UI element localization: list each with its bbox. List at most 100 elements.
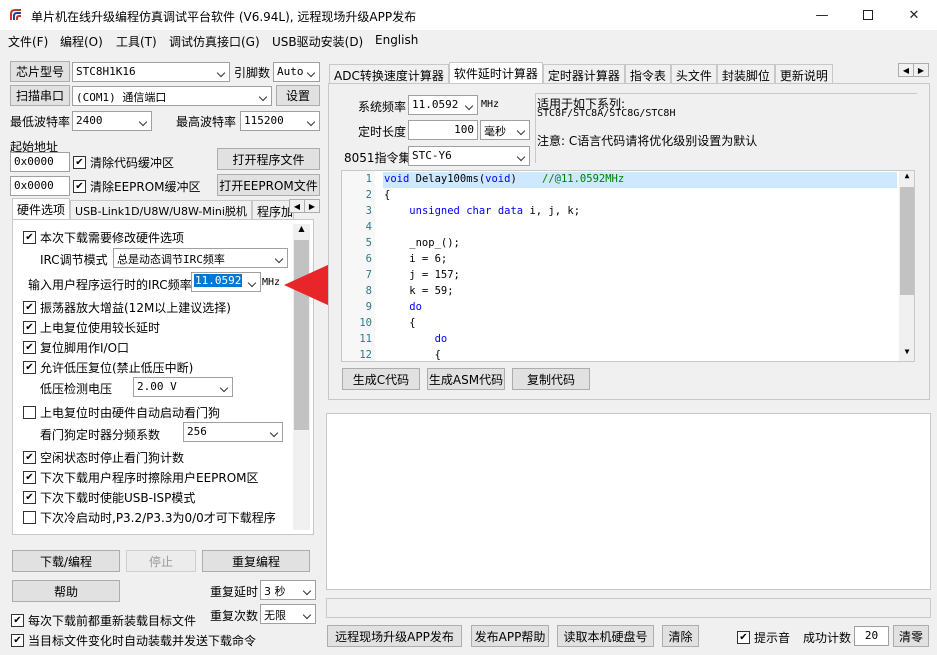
irc-frequency-label: 输入用户程序运行时的IRC频率 bbox=[28, 278, 192, 292]
output-log[interactable] bbox=[326, 413, 931, 590]
code-text: j = 157; bbox=[384, 269, 460, 281]
port-settings-button[interactable]: 设置 bbox=[276, 85, 320, 106]
tab-header-file[interactable]: 头文件 bbox=[670, 64, 717, 84]
right-tab-scroll-left[interactable]: ◀ bbox=[898, 63, 914, 77]
auto-send-label: 当目标文件变化时自动装载并发送下载命令 bbox=[28, 634, 257, 648]
tab-usb-link[interactable]: USB-Link1D/U8W/U8W-Mini脱机 bbox=[70, 200, 252, 220]
max-baud-select[interactable]: 115200 bbox=[240, 111, 320, 131]
code-line: 9 do bbox=[342, 300, 862, 316]
remote-publish-button[interactable]: 远程现场升级APP发布 bbox=[327, 625, 462, 647]
line-number: 12 bbox=[359, 349, 372, 361]
menu-program[interactable]: 编程(O) bbox=[60, 33, 103, 50]
min-baud-select[interactable]: 2400 bbox=[72, 111, 152, 131]
max-baud-label: 最高波特率 bbox=[176, 115, 237, 129]
checkbox-check-icon: ✔ bbox=[23, 491, 36, 504]
instruction-set-select[interactable]: STC-Y6 bbox=[408, 146, 530, 166]
chip-type-select[interactable]: STC8H1K16 bbox=[72, 62, 230, 82]
tab-release-notes[interactable]: 更新说明 bbox=[774, 64, 833, 84]
modify-hardware-checkbox[interactable]: ✔ 本次下载需要修改硬件选项 bbox=[23, 229, 184, 246]
tab-delay-calculator[interactable]: 软件延时计算器 bbox=[448, 62, 543, 84]
copy-code-button[interactable]: 复制代码 bbox=[512, 368, 590, 390]
code-scrollbar[interactable]: ▲ ▼ bbox=[899, 171, 914, 361]
system-frequency-select[interactable]: 11.0592 bbox=[408, 95, 478, 115]
code-address-input[interactable]: 0x0000 bbox=[10, 152, 70, 172]
wdt-autostart-checkbox[interactable]: 上电复位时由硬件自动启动看门狗 bbox=[23, 404, 220, 421]
read-disk-id-button[interactable]: 读取本机硬盘号 bbox=[557, 625, 654, 647]
line-number: 3 bbox=[365, 205, 372, 217]
help-button[interactable]: 帮助 bbox=[12, 580, 120, 602]
generate-asm-code-button[interactable]: 生成ASM代码 bbox=[427, 368, 505, 390]
arrow-right-icon: ▶ bbox=[917, 65, 925, 75]
scroll-down-icon: ▼ bbox=[904, 347, 910, 356]
auto-send-checkbox[interactable]: ✔ 当目标文件变化时自动装载并发送下载命令 bbox=[11, 632, 256, 649]
code-comment: //@11.0592MHz bbox=[542, 173, 625, 185]
chip-type-label[interactable]: 芯片型号 bbox=[10, 61, 70, 82]
line-number: 1 bbox=[365, 173, 372, 185]
usb-isp-checkbox[interactable]: ✔ 下次下载时使能USB-ISP模式 bbox=[23, 489, 195, 506]
instruction-set-label: 8051指令集 bbox=[344, 151, 411, 165]
open-eeprom-file-button[interactable]: 打开EEPROM文件 bbox=[217, 174, 320, 196]
reload-each-checkbox[interactable]: ✔ 每次下载前都重新装载目标文件 bbox=[11, 612, 196, 629]
clear-log-button[interactable]: 清除 bbox=[662, 625, 699, 647]
download-program-button[interactable]: 下载/编程 bbox=[12, 550, 120, 572]
pins-select[interactable]: Auto bbox=[273, 62, 320, 82]
tab-adc-calculator[interactable]: ADC转换速度计算器 bbox=[329, 64, 449, 84]
lvd-voltage-select[interactable]: 2.00 V bbox=[133, 377, 233, 397]
tab-instruction-table[interactable]: 指令表 bbox=[624, 64, 671, 84]
p32-p33-checkbox[interactable]: 下次冷启动时,P3.2/P3.3为0/0才可下载程序 bbox=[23, 509, 276, 526]
reprogram-button[interactable]: 重复编程 bbox=[202, 550, 310, 572]
maximize-button[interactable] bbox=[845, 0, 891, 30]
wdt-divider-select[interactable]: 256 bbox=[183, 422, 283, 442]
maximize-icon bbox=[863, 10, 873, 20]
minimize-button[interactable]: — bbox=[799, 0, 845, 30]
repeat-delay-select[interactable]: 3 秒 bbox=[260, 580, 316, 600]
reset-io-checkbox[interactable]: ✔ 复位脚用作I/O口 bbox=[23, 339, 129, 356]
delay-length-label: 定时长度 bbox=[358, 125, 407, 139]
repeat-count-select[interactable]: 无限 bbox=[260, 604, 316, 624]
tab-package-pins[interactable]: 封装脚位 bbox=[716, 64, 775, 84]
code-line: 2{ bbox=[342, 188, 862, 204]
menu-tools[interactable]: 工具(T) bbox=[116, 33, 157, 50]
code-line: 5 _nop_(); bbox=[342, 236, 862, 252]
tab-scroll-right[interactable]: ▶ bbox=[304, 199, 320, 213]
idle-wdt-checkbox[interactable]: ✔ 空闲状态时停止看门狗计数 bbox=[23, 449, 184, 466]
lvd-reset-checkbox[interactable]: ✔ 允许低压复位(禁止低压中断) bbox=[23, 359, 193, 376]
tab-scroll-left[interactable]: ◀ bbox=[289, 199, 305, 213]
clear-code-checkbox[interactable]: ✔ 清除代码缓冲区 bbox=[73, 154, 174, 171]
right-tab-scroll-right[interactable]: ▶ bbox=[913, 63, 929, 77]
close-button[interactable]: ✕ bbox=[891, 0, 937, 30]
erase-eeprom-checkbox[interactable]: ✔ 下次下载用户程序时擦除用户EEPROM区 bbox=[23, 469, 259, 486]
generate-c-code-button[interactable]: 生成C代码 bbox=[342, 368, 420, 390]
success-count-label: 成功计数 bbox=[803, 631, 852, 645]
clear-eeprom-checkbox[interactable]: ✔ 清除EEPROM缓冲区 bbox=[73, 178, 201, 195]
scan-port-button[interactable]: 扫描串口 bbox=[10, 85, 70, 106]
tab-timer-calculator[interactable]: 定时器计算器 bbox=[542, 64, 625, 84]
modify-hardware-label: 本次下载需要修改硬件选项 bbox=[40, 231, 185, 245]
irc-frequency-input[interactable]: 11.0592 bbox=[191, 272, 261, 292]
eeprom-address-input[interactable]: 0x0000 bbox=[10, 176, 70, 196]
reset-count-button[interactable]: 清零 bbox=[893, 625, 929, 647]
code-text: do bbox=[434, 333, 448, 345]
code-text: do bbox=[409, 301, 422, 313]
power-delay-checkbox[interactable]: ✔ 上电复位使用较长延时 bbox=[23, 319, 160, 336]
beep-checkbox[interactable]: ✔ 提示音 bbox=[737, 629, 790, 646]
open-program-file-button[interactable]: 打开程序文件 bbox=[217, 148, 320, 170]
code-text: i = 6; bbox=[384, 253, 448, 265]
irc-frequency-unit: MHz bbox=[262, 277, 281, 288]
irc-mode-select[interactable]: 总是动态调节IRC频率 bbox=[113, 248, 288, 268]
tab-program-encrypt[interactable]: 程序加 bbox=[251, 200, 294, 220]
tab-hardware-options[interactable]: 硬件选项 bbox=[12, 198, 71, 220]
menu-debug[interactable]: 调试仿真接口(G) bbox=[169, 33, 260, 50]
menu-usb-driver[interactable]: USB驱动安装(D) bbox=[272, 33, 363, 50]
menu-english[interactable]: English bbox=[375, 33, 418, 47]
code-line: 4 bbox=[342, 220, 862, 236]
port-select[interactable]: (COM1) 通信端口 bbox=[72, 86, 272, 106]
osc-gain-checkbox[interactable]: ✔ 振荡器放大增益(12M以上建议选择) bbox=[23, 299, 231, 316]
publish-help-button[interactable]: 发布APP帮助 bbox=[471, 625, 549, 647]
menu-file[interactable]: 文件(F) bbox=[8, 33, 48, 50]
code-scroll-thumb[interactable] bbox=[900, 187, 914, 295]
code-editor[interactable]: 1 void Delay100ms(void)//@11.0592MHz 2{3 u… bbox=[341, 170, 915, 362]
delay-unit-select[interactable]: 毫秒 bbox=[480, 120, 530, 140]
stop-button[interactable]: 停止 bbox=[126, 550, 196, 572]
delay-length-input[interactable]: 100 bbox=[408, 120, 478, 140]
